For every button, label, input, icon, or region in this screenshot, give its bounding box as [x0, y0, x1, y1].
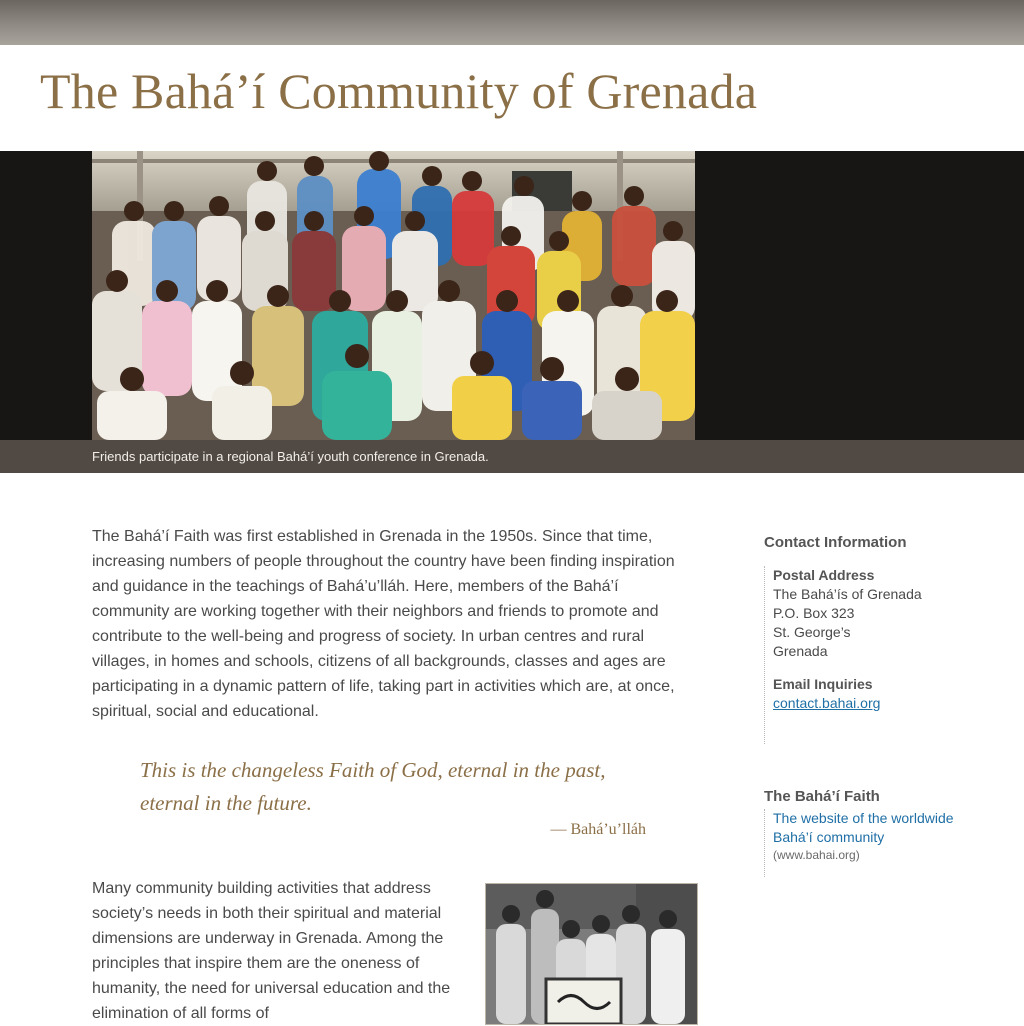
postal-label: Postal Address: [773, 567, 875, 583]
email-link[interactable]: contact.bahai.org: [773, 694, 922, 713]
community-paragraph: Many community building activities that …: [92, 880, 451, 1022]
address-line-4: Grenada: [773, 643, 828, 659]
address-line-3: St. George’s: [773, 624, 851, 640]
intro-paragraph: The Bahá’í Faith was first established i…: [92, 528, 675, 720]
community-bw-photo: [486, 884, 697, 1024]
contact-block: Postal Address The Bahá’ís of Grenada P.…: [764, 566, 922, 744]
hero-caption: Friends participate in a regional Bahá’í…: [92, 449, 489, 464]
address-line-2: P.O. Box 323: [773, 605, 855, 621]
pull-quote: This is the changeless Faith of God, ete…: [140, 758, 606, 815]
bahai-org-link-line1[interactable]: The website of the worldwide: [773, 809, 954, 828]
faith-block: The website of the worldwide Bahá’í comm…: [764, 809, 954, 877]
faith-heading: The Bahá’í Faith: [764, 788, 880, 805]
contact-heading: Contact Information: [764, 534, 907, 551]
hero-group-photo: [92, 151, 695, 440]
bahai-org-link-line2[interactable]: Bahá’í community: [773, 828, 954, 847]
address-line-1: The Bahá’ís of Grenada: [773, 586, 922, 602]
top-banner: [0, 0, 1024, 45]
email-label: Email Inquiries: [773, 676, 873, 692]
bahai-org-url: (www.bahai.org): [773, 848, 860, 862]
quote-attribution: — Bahá’u’lláh: [550, 821, 646, 838]
site-title[interactable]: The Bahá’í Community of Grenada: [40, 62, 757, 120]
